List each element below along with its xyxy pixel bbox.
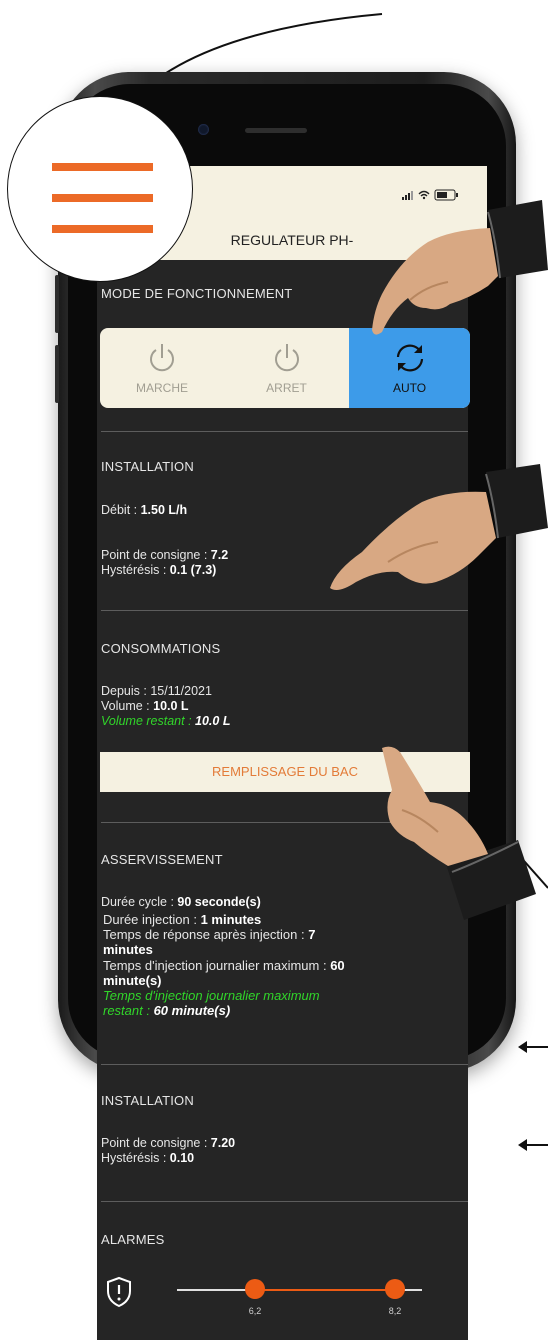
setpoint-text: Point de consigne : 7.2 (101, 548, 229, 562)
volume-text: Volume : 10.0 L (101, 699, 189, 713)
pointing-hand-icon (330, 464, 548, 590)
menu-magnifier (7, 96, 193, 282)
arrow-left-icon (518, 1041, 548, 1053)
alarm-slider-range (254, 1289, 395, 1291)
alarm-max-value: 8,2 (388, 1306, 402, 1316)
installation2-section-title: INSTALLATION (101, 1093, 194, 1108)
max-injection-remaining-text: restant : 60 minute(s) (103, 1003, 231, 1018)
installation-section-title: INSTALLATION (101, 459, 194, 474)
phone-camera (198, 124, 209, 135)
mode-marche-label: MARCHE (135, 381, 188, 395)
mode-section-title: MODE DE FONCTIONNEMENT (101, 286, 293, 301)
pointing-hand-icon (382, 746, 536, 920)
cycle-duration-text: Durée cycle : 90 seconde(s) (101, 895, 261, 909)
hysteresis-text: Hystérésis : 0.1 (7.3) (101, 563, 217, 577)
alarm-min-handle[interactable] (245, 1279, 265, 1299)
divider (101, 1064, 468, 1065)
menu-icon[interactable] (8, 97, 192, 281)
pointing-hand-icon (372, 200, 548, 335)
hysteresis2-text: Hystérésis : 0.10 (101, 1151, 195, 1165)
phone-side-button (55, 275, 59, 333)
setpoint2-text: Point de consigne : 7.20 (101, 1136, 236, 1150)
divider (101, 1201, 468, 1202)
max-injection-text: Temps d'injection journalier maximum : 6… (103, 958, 345, 973)
phone-side-button (55, 345, 59, 403)
alarm-min-value: 6,2 (248, 1306, 262, 1316)
phone-speaker (245, 128, 307, 133)
since-text: Depuis : 15/11/2021 (101, 684, 212, 698)
mode-marche-button[interactable]: MARCHE (100, 328, 224, 408)
mode-auto-label: AUTO (392, 381, 427, 395)
max-injection-unit: minute(s) (103, 973, 162, 988)
response-time-unit: minutes (103, 942, 153, 957)
flow-rate-text: Débit : 1.50 L/h (101, 503, 188, 517)
arrow-left-icon (518, 1139, 548, 1151)
response-time-text: Temps de réponse après injection : 7 (103, 927, 316, 942)
consumption-section-title: CONSOMMATIONS (101, 641, 221, 656)
servo-section-title: ASSERVISSEMENT (101, 852, 223, 867)
mode-arret-label: ARRET (266, 381, 307, 395)
max-injection-remaining-label: Temps d'injection journalier maximum (103, 988, 320, 1003)
alarm-max-handle[interactable] (385, 1279, 405, 1299)
alarms-section-title: ALARMES (101, 1232, 165, 1247)
injection-duration-text: Durée injection : 1 minutes (103, 912, 262, 927)
shield-alert-icon (107, 1276, 131, 1308)
remaining-volume-text: Volume restant : 10.0 L (101, 714, 231, 728)
power-icon (274, 344, 299, 372)
power-icon (150, 344, 174, 372)
divider (101, 431, 468, 432)
